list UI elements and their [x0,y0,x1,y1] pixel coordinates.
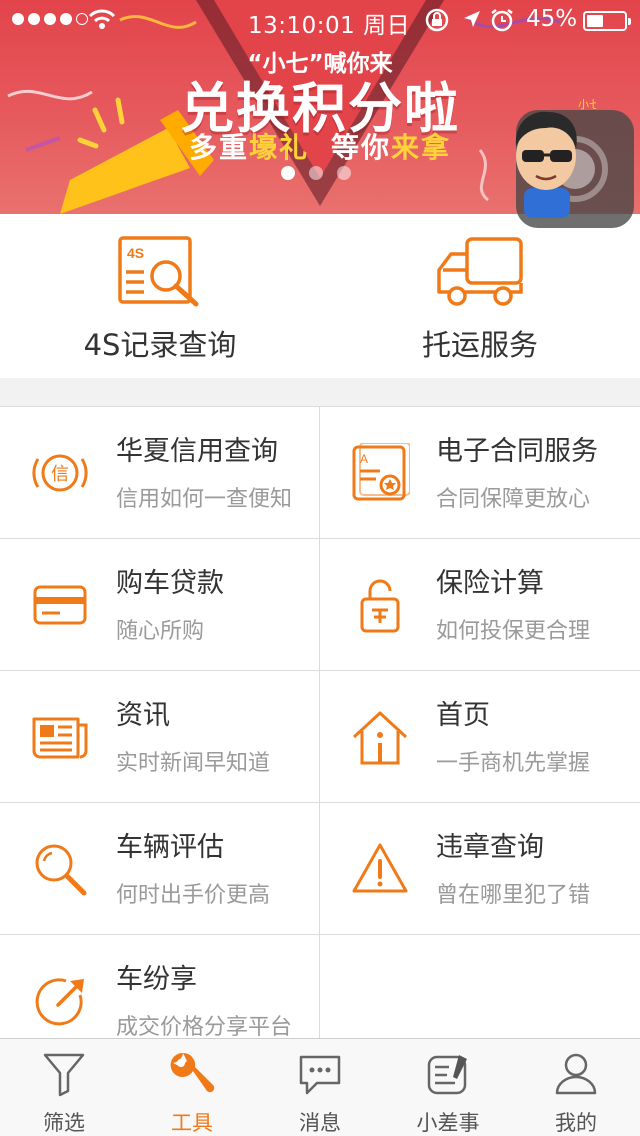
banner-pager [281,166,351,180]
service-shipping[interactable]: 托运服务 [320,214,640,378]
tool-subtitle: 如何投保更合理 [436,619,591,644]
padlock-icon [360,579,400,633]
tool-title: 华夏信用查询 [116,436,278,467]
battery-icon [583,11,631,31]
slogan-part-1: 多重 [188,131,249,164]
slogan-part-4: 来拿 [391,131,452,164]
grid-row: 资讯 实时新闻早知道 首页 一手商机先掌握 [0,671,640,803]
signal-dot [44,13,56,25]
tab-label: 消息 [299,1111,341,1135]
tool-home[interactable]: 首页 一手商机先掌握 [320,671,640,802]
tool-subtitle: 合同保障更放心 [436,487,591,512]
tool-news[interactable]: 资讯 实时新闻早知道 [0,671,320,802]
tab-label: 筛选 [43,1111,85,1135]
chat-bubble-icon [299,1055,341,1095]
warning-icon [352,843,408,893]
credit-icon-text: 信 [51,464,69,485]
mascot-tag: 小七 [578,98,596,111]
tool-violation-query[interactable]: 违章查询 曾在哪里犯了错 [320,803,640,934]
tool-credit-query[interactable]: 信 华夏信用查询 信用如何一查便知 [0,407,320,538]
slogan-part-3: 等你 [331,131,392,164]
contract-document-icon: A [352,443,410,501]
magnifier-icon [35,844,87,896]
grid-row: 购车贷款 随心所购 保险计算 如何投保更合理 [0,539,640,671]
battery-percent: 45% [526,6,578,32]
tool-insurance-calc[interactable]: 保险计算 如何投保更合理 [320,539,640,670]
tool-car-loan[interactable]: 购车贷款 随心所购 [0,539,320,670]
grid-row: 车辆评估 何时出手价更高 违章查询 曾在哪里犯了错 [0,803,640,935]
user-icon [555,1053,597,1095]
status-time: 13:10:01 周日 [248,13,411,39]
grid-row: 信 华夏信用查询 信用如何一查便知 A 电子合同服务 合同保障更放心 [0,407,640,539]
tab-errands[interactable]: 小差事 [384,1039,512,1136]
mascot-avatar: 小七 [515,98,596,218]
credit-seal-icon: 信 [32,454,88,492]
tool-title: 违章查询 [436,832,544,863]
service-label-4s: 4S记录查询 [83,328,237,362]
alarm-icon [491,9,513,32]
service-label-shipping: 托运服务 [421,328,538,362]
tool-e-contract[interactable]: A 电子合同服务 合同保障更放心 [320,407,640,538]
tool-title: 电子合同服务 [436,436,598,467]
signal-dot [76,13,88,25]
tool-title: 首页 [436,700,490,731]
tool-subtitle: 成交价格分享平台 [116,1015,293,1040]
signal-dot [12,13,24,25]
tool-title: 购车贷款 [116,568,224,599]
top-services: 4S 4S记录查询 托运服务 [0,214,640,378]
4s-icon-text: 4S [127,245,144,261]
app-screen: 13:10:01 周日 45% “小七”喊你来 兑换积分啦 多重壕礼等你来拿 [0,0,640,1136]
tool-subtitle: 曾在哪里犯了错 [436,883,591,908]
truck-icon [437,237,523,306]
tool-title: 车辆评估 [116,832,224,863]
tab-tools[interactable]: 工具 [128,1039,256,1136]
location-arrow-icon [464,11,480,27]
share-arrow-icon [35,978,84,1026]
task-note-icon [427,1055,467,1095]
tool-subtitle: 一手商机先掌握 [436,751,591,776]
tool-title: 车纷享 [116,964,197,995]
contract-icon-text: A [360,452,368,466]
home-icon [352,711,408,765]
pager-dot[interactable] [309,166,323,180]
tool-subtitle: 实时新闻早知道 [116,751,271,776]
tool-subtitle: 随心所购 [116,619,205,644]
tool-title: 保险计算 [436,568,544,599]
signal-strength [12,13,88,25]
tools-grid: 信 华夏信用查询 信用如何一查便知 A 电子合同服务 合同保障更放心 购车贷款 … [0,406,640,1067]
wifi-icon [88,9,116,29]
tab-label: 工具 [171,1111,213,1135]
tool-vehicle-appraisal[interactable]: 车辆评估 何时出手价更高 [0,803,320,934]
bottom-tab-bar: 筛选 工具 消息 小差事 我的 [0,1038,640,1136]
tab-label: 我的 [555,1111,597,1135]
wrench-icon [170,1052,215,1093]
tab-label: 小差事 [416,1111,480,1135]
4s-record-search-icon: 4S [118,236,199,307]
tool-subtitle: 何时出手价更高 [116,883,271,908]
bank-card-icon [33,585,87,625]
newspaper-icon [32,717,88,759]
signal-dot [60,13,72,25]
signal-dot [28,13,40,25]
tool-title: 资讯 [116,700,170,731]
pager-dot[interactable] [281,166,295,180]
pager-dot[interactable] [337,166,351,180]
tab-filter[interactable]: 筛选 [0,1039,128,1136]
tab-profile[interactable]: 我的 [512,1039,640,1136]
slogan-part-2: 壕礼 [248,131,309,164]
filter-icon [43,1053,85,1097]
rotation-lock-icon [425,8,449,32]
tab-messages[interactable]: 消息 [256,1039,384,1136]
status-bar: 13:10:01 周日 45% [0,0,640,40]
service-4s-record-search[interactable]: 4S 4S记录查询 [0,214,320,378]
tool-subtitle: 信用如何一查便知 [116,487,293,512]
